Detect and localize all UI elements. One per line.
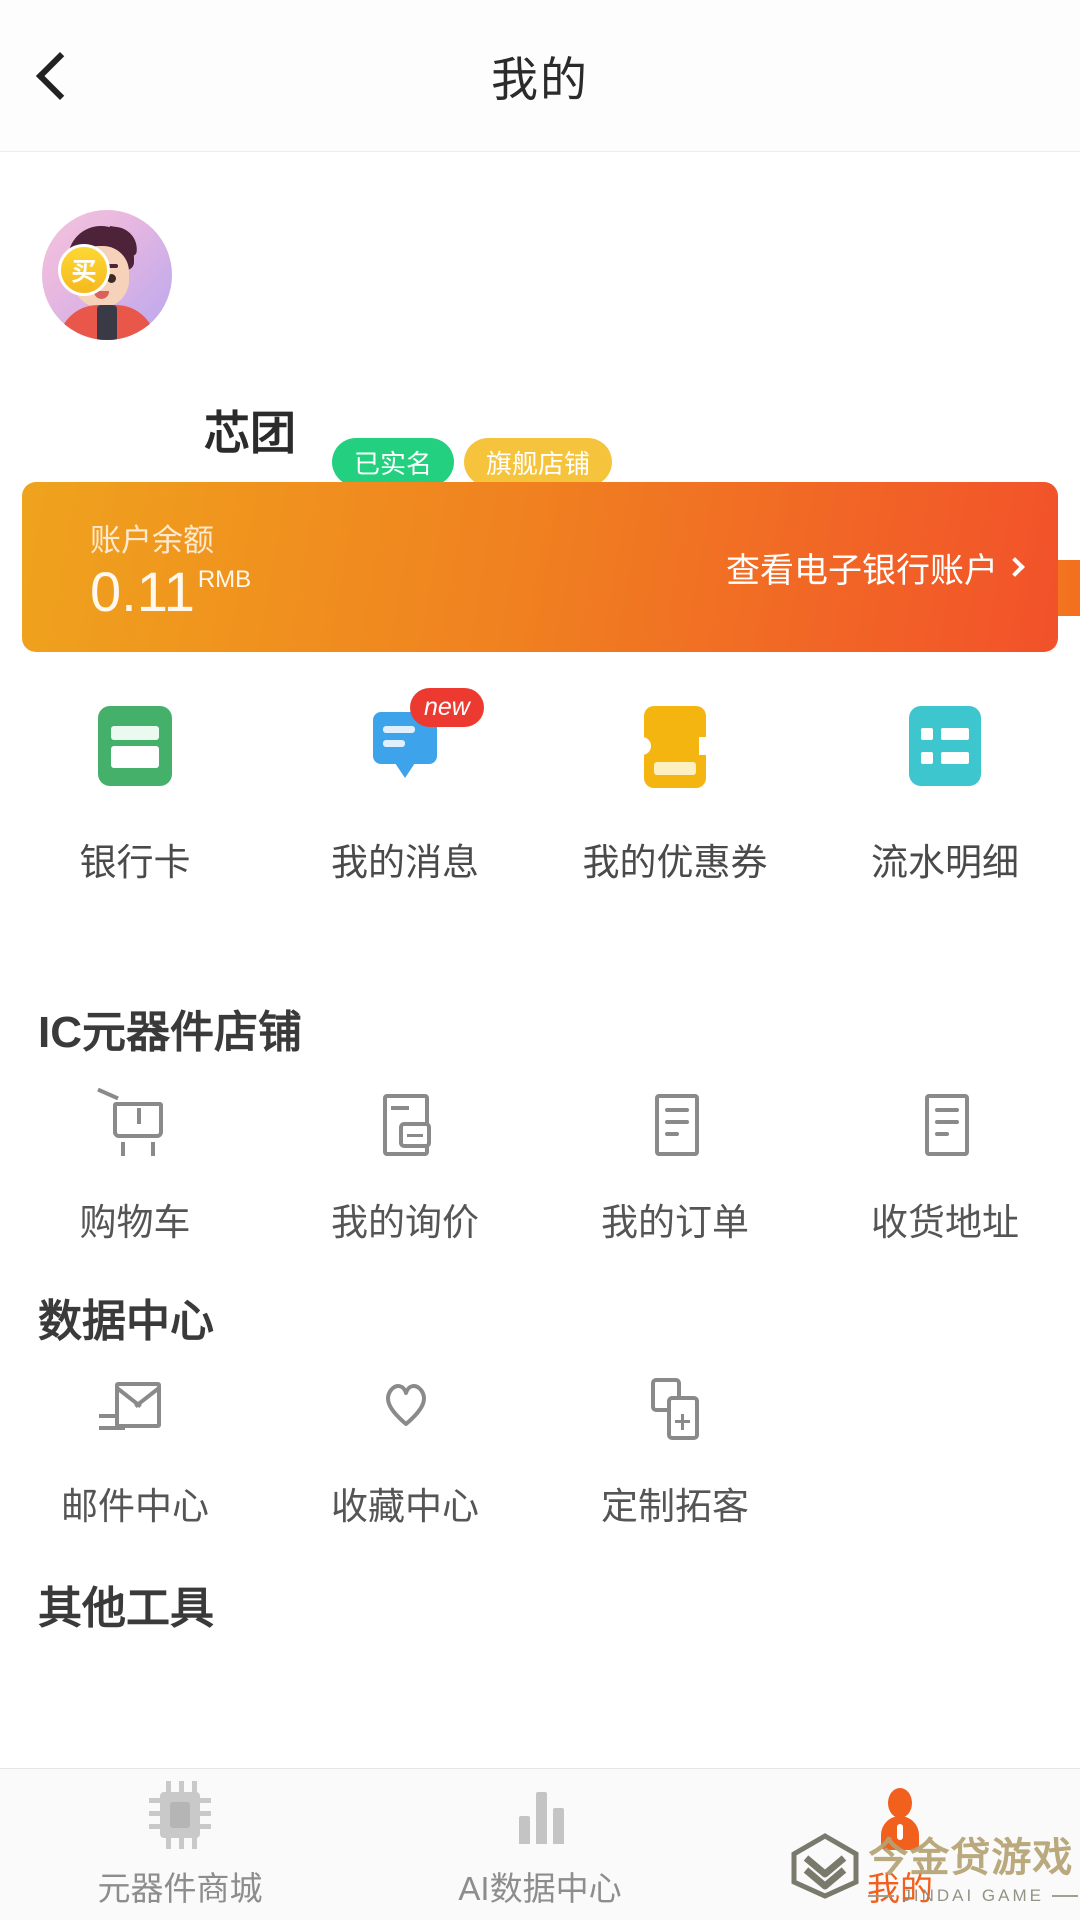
menu-item-label: 我的询价 [331, 1202, 479, 1243]
balance-amount: 0.11 [90, 559, 195, 623]
balance-currency: RMB [197, 565, 252, 593]
status-badge-flagship: 旗舰店铺 [464, 438, 613, 486]
quick-action-transactions[interactable]: 流水明细 [810, 706, 1080, 886]
profile-section: 买 芯团 已实名 旗舰店铺 切换卖家 [0, 152, 1080, 616]
section-title-other-tools: 其他工具 [38, 1584, 214, 1633]
page-title: 我的 [491, 53, 589, 106]
data-center-grid: 邮件中心 收藏中心 定制拓客 [0, 1372, 1080, 1530]
menu-item-inquiry[interactable]: 我的询价 [270, 1088, 540, 1246]
quick-action-bank-card[interactable]: 银行卡 [0, 706, 270, 886]
tab-label: 元器件商城 [97, 1869, 263, 1907]
menu-item-mail-center[interactable]: 邮件中心 [0, 1372, 270, 1530]
bank-card-icon [94, 706, 176, 788]
section-title-data-center: 数据中心 [38, 1297, 214, 1346]
quick-action-label: 银行卡 [79, 842, 191, 883]
chip-icon [143, 1780, 217, 1854]
hexagon-chevron-logo-icon [788, 1832, 862, 1900]
menu-item-label: 收藏中心 [331, 1486, 479, 1527]
quick-action-label: 我的优惠券 [582, 842, 768, 883]
status-badge-verified: 已实名 [332, 438, 455, 486]
watermark-cn-text: 今金贷游戏 [868, 1836, 1074, 1880]
menu-item-orders[interactable]: 我的订单 [540, 1088, 810, 1246]
quick-action-messages[interactable]: new 我的消息 [270, 688, 540, 886]
new-badge: new [410, 688, 484, 727]
menu-item-favorites[interactable]: 收藏中心 [270, 1372, 540, 1530]
menu-item-empty-slot [810, 1372, 1080, 1530]
watermark-en-text: JINDAI GAME [868, 1886, 1078, 1906]
ic-store-grid: 购物车 我的询价 我的订单 收货地址 [0, 1087, 1080, 1246]
view-bank-account-link[interactable]: 查看电子银行账户 [726, 543, 1025, 592]
tab-label: AI数据中心 [458, 1869, 622, 1907]
quick-action-label: 我的消息 [331, 842, 479, 883]
buyer-role-badge: 买 [58, 244, 110, 296]
address-doc-icon [907, 1088, 983, 1164]
order-doc-icon [637, 1088, 713, 1164]
account-balance-card[interactable]: 账户余额 0.11 RMB 查看电子银行账户 [22, 482, 1058, 652]
shopping-cart-icon [97, 1087, 173, 1164]
section-title-ic-store: IC元器件店铺 [38, 1008, 302, 1057]
inquiry-doc-icon [367, 1088, 443, 1164]
menu-item-cart[interactable]: 购物车 [0, 1087, 270, 1246]
tab-ai-data-center[interactable]: AI数据中心 [360, 1769, 720, 1920]
menu-item-address[interactable]: 收货地址 [810, 1088, 1080, 1246]
menu-item-label: 我的订单 [601, 1202, 749, 1243]
balance-label: 账户余额 [90, 522, 214, 558]
list-detail-icon [904, 706, 986, 788]
menu-item-label: 收货地址 [871, 1202, 1019, 1243]
app-header: 我的 [0, 0, 1080, 152]
copy-plus-icon [637, 1372, 713, 1448]
heart-icon [367, 1372, 443, 1448]
bar-chart-icon [503, 1780, 577, 1854]
quick-actions-grid: 银行卡 new 我的消息 我的优惠券 流水明细 [0, 688, 1080, 886]
tab-component-mall[interactable]: 元器件商城 [0, 1769, 360, 1920]
watermark: 今金贷游戏 JINDAI GAME [788, 1825, 1078, 1906]
username: 芯团 [204, 407, 296, 459]
mail-icon [97, 1372, 173, 1448]
chevron-right-icon [1005, 557, 1025, 577]
quick-action-label: 流水明细 [871, 842, 1019, 883]
menu-item-label: 购物车 [79, 1202, 191, 1243]
quick-action-coupons[interactable]: 我的优惠券 [540, 706, 810, 886]
menu-item-custom-outreach[interactable]: 定制拓客 [540, 1372, 810, 1530]
coupon-icon [634, 706, 716, 788]
menu-item-label: 邮件中心 [61, 1486, 209, 1527]
message-icon: new [364, 688, 484, 788]
menu-item-label: 定制拓客 [601, 1486, 749, 1527]
view-bank-account-label: 查看电子银行账户 [726, 551, 998, 590]
